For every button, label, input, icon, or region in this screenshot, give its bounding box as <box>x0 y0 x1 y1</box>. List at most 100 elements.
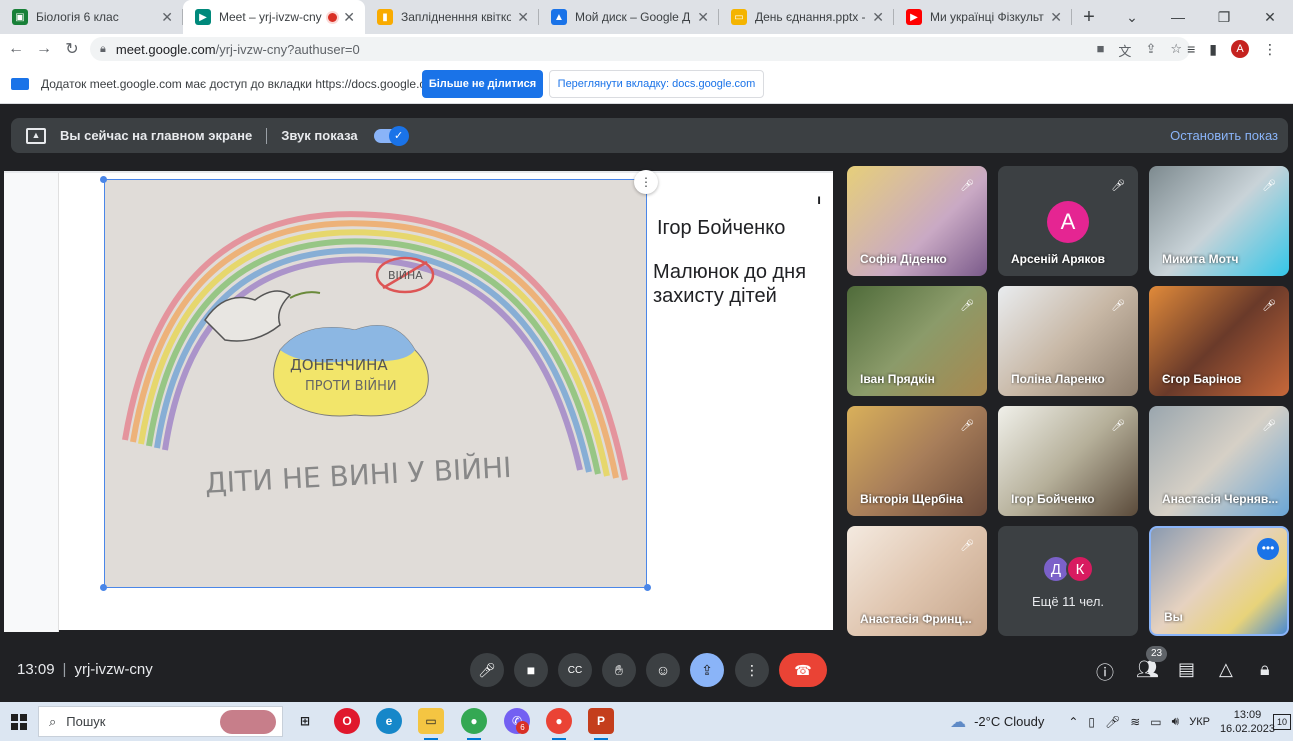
side-panel-icon[interactable]: ▮ <box>1209 41 1217 58</box>
participant-tile[interactable]: 🎤︎ Микита Мотч <box>1149 166 1289 276</box>
lock-icon[interactable]: 🔒︎ <box>100 43 106 56</box>
more-options-button[interactable]: ⋮ <box>735 653 769 687</box>
profile-avatar[interactable]: A <box>1231 40 1249 58</box>
camera-button[interactable]: ■ <box>514 653 548 687</box>
chat-icon[interactable]: ▤ <box>1178 659 1195 680</box>
tab-biology[interactable]: ▣ Біологія 6 клас ✕ <box>0 0 183 34</box>
battery-icon[interactable]: ▭ <box>1150 715 1161 729</box>
tab-pptx[interactable]: ▭ День єднання.pptx - G ✕ <box>719 0 894 34</box>
chrome-icon[interactable]: ● <box>546 708 572 740</box>
participant-tile[interactable]: 🎤︎ Анастасія Черняв... <box>1149 406 1289 516</box>
stop-presenting-button[interactable]: Остановить показ <box>1170 128 1278 143</box>
view-tab-button[interactable]: Переглянути вкладку: docs.google.com <box>549 70 764 98</box>
task-view-icon[interactable]: ⊞ <box>292 708 318 734</box>
stop-sharing-button[interactable]: Більше не ділитися <box>422 70 543 98</box>
map-text-against-war: ПРОТИ ВІЙНИ <box>305 378 397 394</box>
mic-icon[interactable]: 🎤︎ <box>1105 715 1120 729</box>
reactions-button[interactable]: ☺ <box>646 653 680 687</box>
tab-search-icon[interactable]: ⌄ <box>1109 9 1155 26</box>
more-options-icon[interactable]: ••• <box>1257 538 1279 560</box>
end-call-button[interactable]: ☎︎ <box>779 653 827 687</box>
close-window-icon[interactable]: ✕ <box>1247 9 1293 26</box>
close-icon[interactable]: ✕ <box>1050 9 1062 26</box>
recording-indicator-icon <box>328 12 338 22</box>
search-placeholder: Пошук <box>66 714 106 729</box>
image-options-icon[interactable]: ⋮ <box>634 170 658 194</box>
device-icon[interactable]: ▯ <box>1088 715 1095 729</box>
participant-name: Микита Мотч <box>1162 252 1239 266</box>
file-explorer-icon[interactable]: ▭ <box>418 708 444 740</box>
activities-icon[interactable]: △ <box>1219 659 1233 680</box>
minimize-icon[interactable]: — <box>1155 9 1201 25</box>
new-tab-button[interactable]: + <box>1072 0 1106 34</box>
close-icon[interactable]: ✕ <box>517 9 529 26</box>
participant-tile[interactable]: 🎤︎ А Арсеній Аряков <box>998 166 1138 276</box>
menu-kebab-icon[interactable]: ⋮ <box>1263 41 1277 58</box>
resize-handle[interactable] <box>644 584 651 591</box>
participant-tile[interactable]: 🎤︎ Єгор Барінов <box>1149 286 1289 396</box>
clock-date: 16.02.2023 <box>1219 722 1275 735</box>
resize-handle[interactable] <box>100 176 107 183</box>
back-icon[interactable]: ← <box>2 40 30 58</box>
slide-author-name: Ігор Бойченко <box>657 217 786 239</box>
search-icon: ⌕ <box>49 713 57 729</box>
close-icon[interactable]: ✕ <box>343 9 355 26</box>
chrome-icon[interactable]: ● <box>461 708 487 740</box>
close-icon[interactable]: ✕ <box>161 9 173 26</box>
microphone-button[interactable]: 🎤︎ <box>470 653 504 687</box>
classroom-icon: ▣ <box>12 9 28 25</box>
close-icon[interactable]: ✕ <box>697 9 709 26</box>
notifications-icon[interactable]: 10 <box>1273 714 1291 730</box>
participant-tile[interactable]: 🎤︎ Вікторія Щербіна <box>847 406 987 516</box>
resize-handle[interactable] <box>100 584 107 591</box>
powerpoint-icon[interactable]: P <box>588 708 614 740</box>
present-button[interactable]: ⇪ <box>690 653 724 687</box>
raise-hand-button[interactable]: ✋︎ <box>602 653 636 687</box>
volume-icon[interactable]: 🔊︎ <box>1172 714 1180 729</box>
tab-fertilization[interactable]: ▮ Заплідненння квіткових рос ✕ <box>365 0 539 34</box>
participant-name: Анастасія Черняв... <box>1162 492 1279 506</box>
bookmark-star-icon[interactable]: ☆ <box>1170 41 1182 60</box>
reload-icon[interactable]: ↻ <box>58 39 86 59</box>
avatar: К <box>1066 555 1094 583</box>
child-drawing-image[interactable]: ВІЙНА ДОНЕЧЧИНА ПРОТИ ВІЙНИ ДІТИ НЕ ВИНІ… <box>104 179 647 588</box>
search-highlight-image <box>220 710 276 734</box>
participant-tile[interactable]: 🎤︎ Поліна Ларенко <box>998 286 1138 396</box>
tab-youtube[interactable]: ▶ Ми українці Фізкультхвил ✕ <box>894 0 1072 34</box>
maximize-icon[interactable]: ❐ <box>1201 9 1247 26</box>
tab-drive[interactable]: ▲ Мой диск – Google Диск ✕ <box>539 0 719 34</box>
more-participants-tile[interactable]: Д К Ещё 11 чел. <box>998 526 1138 636</box>
language-indicator[interactable]: УКР <box>1189 716 1210 728</box>
wifi-icon[interactable]: ≋ <box>1130 715 1140 729</box>
windows-start-icon[interactable] <box>11 713 27 730</box>
cloud-icon: ☁ <box>950 713 967 731</box>
url-input[interactable]: 🔒︎ meet.google.com/yrj-ivzw-cny?authuser… <box>90 37 1190 61</box>
taskbar-search-input[interactable]: ⌕ Пошук <box>38 706 283 737</box>
participant-tile[interactable]: 🎤︎ Анастасія Фринц... <box>847 526 987 636</box>
weather-text[interactable]: -2°C Cloudy <box>974 714 1044 729</box>
tab-meet[interactable]: ▶ Meet – yrj-ivzw-cny ✕ <box>183 0 365 34</box>
participant-tile[interactable]: 🎤︎ Іван Прядкін <box>847 286 987 396</box>
opera-icon[interactable]: O <box>334 708 360 734</box>
self-view-tile[interactable]: ••• Вы <box>1149 526 1289 636</box>
captions-button[interactable]: CC <box>558 653 592 687</box>
chevron-up-icon[interactable]: ⌃ <box>1068 715 1078 729</box>
sound-toggle[interactable] <box>373 125 409 146</box>
host-controls-icon[interactable]: 🔒︎ <box>1260 659 1270 680</box>
participant-tile[interactable]: 🎤︎ Ігор Бойченко <box>998 406 1138 516</box>
forward-icon[interactable]: → <box>30 40 58 58</box>
camera-icon[interactable]: ■ <box>1097 41 1105 60</box>
participant-tile[interactable]: 🎤︎ Софія Діденко <box>847 166 987 276</box>
tab-title: Meet – yrj-ivzw-cny <box>219 10 322 24</box>
slide-caption: Малюнок до дня захисту дітей <box>653 261 807 307</box>
translate-icon[interactable]: 文 <box>1118 41 1131 60</box>
close-icon[interactable]: ✕ <box>872 9 884 26</box>
edge-icon[interactable]: e <box>376 708 402 734</box>
meeting-info: 13:09 | yrj-ivzw-cny <box>17 661 153 678</box>
people-icon[interactable]: 👥︎ <box>1136 659 1159 680</box>
info-icon[interactable]: ⓘ <box>1096 659 1114 685</box>
tab-title: Мой диск – Google Диск <box>575 10 691 24</box>
share-icon[interactable]: ⇪ <box>1145 41 1156 60</box>
taskbar-clock[interactable]: 13:09 16.02.2023 <box>1220 708 1275 736</box>
reading-list-icon[interactable]: ≡ <box>1187 41 1195 57</box>
